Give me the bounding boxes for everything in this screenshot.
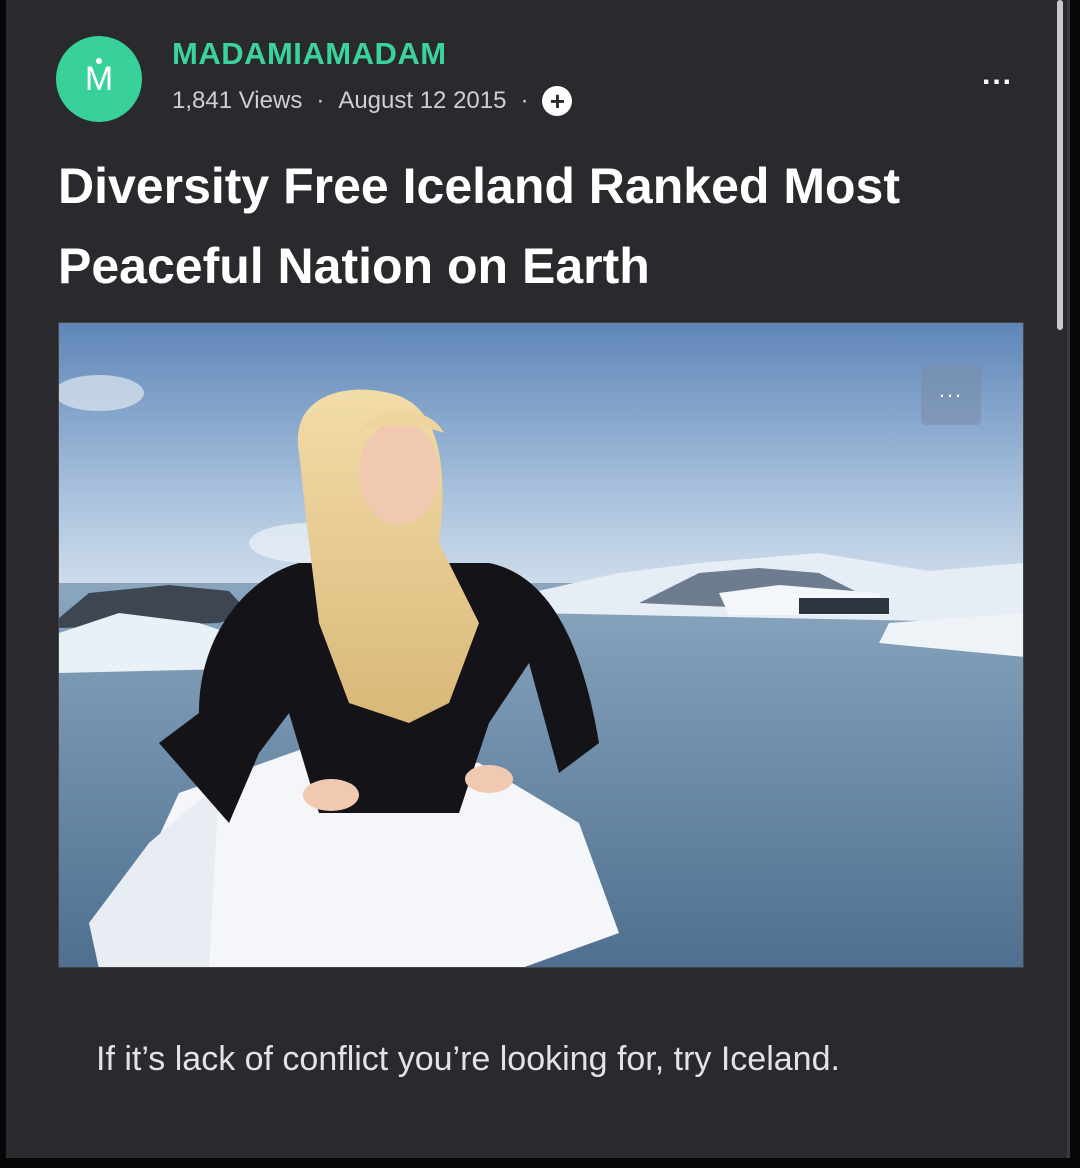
post-date: August 12 2015: [338, 87, 507, 114]
post-body: If it’s lack of conflict you’re looking …: [96, 1040, 840, 1078]
view-count: 1,841 Views: [172, 87, 303, 114]
author-avatar[interactable]: M: [56, 36, 142, 122]
author-name[interactable]: MADAMIAMADAM: [172, 36, 447, 72]
post-card: M MADAMIAMADAM 1,841 Views · August 12 2…: [6, 0, 1070, 1158]
photo-illustration: [59, 323, 1023, 967]
image-options-icon[interactable]: ...: [921, 365, 981, 425]
meta-separator: ·: [520, 87, 529, 114]
more-options-icon[interactable]: ...: [982, 58, 1013, 92]
post-image[interactable]: ...: [58, 322, 1024, 968]
post-meta: 1,841 Views · August 12 2015 · +: [172, 86, 573, 116]
scrollbar[interactable]: [1057, 0, 1063, 330]
post-headline: Diversity Free Iceland Ranked Most Peace…: [58, 158, 900, 294]
meta-separator: ·: [316, 87, 325, 114]
avatar-dot-icon: [96, 58, 102, 64]
avatar-letter: M: [84, 59, 114, 98]
follow-plus-icon[interactable]: +: [542, 86, 573, 116]
